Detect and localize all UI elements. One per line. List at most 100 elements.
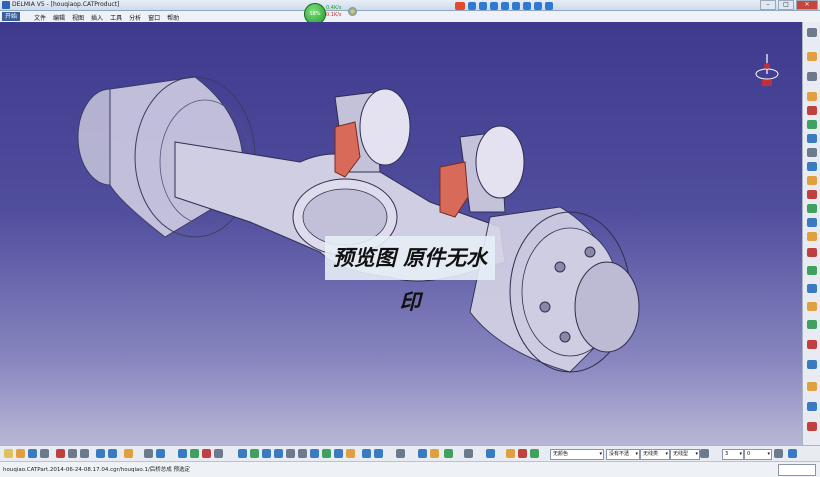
toolbar-contact-icon[interactable] (807, 204, 817, 213)
iso-view-icon[interactable] (334, 449, 343, 458)
toolbar-annotation-icon[interactable] (807, 340, 817, 349)
menu-view[interactable]: 视图 (72, 13, 84, 22)
status-bar: houqiao.CATPart.2014-06-24-08.17.04.cgr/… (0, 461, 820, 477)
ime-mode-icon[interactable] (468, 2, 476, 10)
opacity-select[interactable]: 没有不透 (606, 449, 640, 460)
fly-icon[interactable] (238, 449, 247, 458)
toolbar-catalog-icon[interactable] (807, 302, 817, 311)
toolbar-coincidence-icon[interactable] (807, 190, 817, 199)
layer-select[interactable]: 0 (744, 449, 772, 460)
3d-viewport[interactable]: 预览图 原件无水印 (0, 22, 802, 445)
toolbar-section-icon[interactable] (807, 284, 817, 293)
lights-icon[interactable] (530, 449, 539, 458)
toolbar-product-icon[interactable] (807, 360, 817, 369)
new-icon[interactable] (4, 449, 13, 458)
ime-tools-icon[interactable] (545, 2, 553, 10)
preview-watermark: 预览图 原件无水印 (325, 236, 495, 314)
toolbar-sim-icon[interactable] (807, 382, 817, 391)
menu-insert[interactable]: 插入 (91, 13, 103, 22)
right-toolbar (802, 22, 820, 445)
zoom-in-icon[interactable] (286, 449, 295, 458)
hide-show-icon[interactable] (362, 449, 371, 458)
tree-icon[interactable] (178, 449, 187, 458)
ime-punctuation-icon[interactable] (479, 2, 487, 10)
ime-moon-icon[interactable] (490, 2, 498, 10)
toolbar-update-icon[interactable] (807, 248, 817, 257)
menu-analysis[interactable]: 分析 (129, 13, 141, 22)
sim-icon[interactable] (444, 449, 453, 458)
publish-icon[interactable] (202, 449, 211, 458)
color-select[interactable]: 无颜色 (550, 449, 604, 460)
no-layer-icon[interactable] (700, 449, 709, 458)
start-menu-button[interactable]: 开始 (2, 12, 21, 21)
scene-icon[interactable] (464, 449, 473, 458)
render-icon[interactable] (518, 449, 527, 458)
menu-edit[interactable]: 编辑 (53, 13, 65, 22)
browser-icon[interactable] (348, 7, 357, 16)
fit-all-icon[interactable] (250, 449, 259, 458)
toolbar-gear-icon[interactable] (807, 28, 817, 37)
toolbar-explode-icon[interactable] (807, 148, 817, 157)
ime-mic-icon[interactable] (501, 2, 509, 10)
point-select[interactable]: 3 (722, 449, 744, 460)
toolbar-space-icon[interactable] (807, 402, 817, 411)
close-button[interactable]: ✕ (796, 0, 818, 10)
grid-icon[interactable] (396, 449, 405, 458)
bottom-toolbar: 无颜色 没有不透 无线类 无线型 3 0 (0, 445, 820, 462)
sogou-ime-icon[interactable] (455, 2, 465, 10)
compass-widget[interactable] (752, 50, 782, 90)
maximize-button[interactable]: □ (778, 0, 794, 10)
toolbar-snap-icon[interactable] (807, 134, 817, 143)
swap-space-icon[interactable] (374, 449, 383, 458)
toolbar-measure-icon[interactable] (807, 266, 817, 275)
print-icon[interactable] (40, 449, 49, 458)
help-icon[interactable] (124, 449, 133, 458)
toolbar-move-icon[interactable] (807, 120, 817, 129)
zoom-out-icon[interactable] (298, 449, 307, 458)
line-type-select[interactable]: 无线型 (670, 449, 700, 460)
toolbar-delmia-icon[interactable] (807, 422, 817, 431)
normal-view-icon[interactable] (310, 449, 319, 458)
copy-icon[interactable] (68, 449, 77, 458)
table-icon[interactable] (214, 449, 223, 458)
properties-icon[interactable] (774, 449, 783, 458)
toolbar-hand-icon[interactable] (807, 52, 817, 61)
minimize-button[interactable]: – (760, 0, 776, 10)
command-input[interactable] (778, 464, 816, 476)
undo-icon[interactable] (96, 449, 105, 458)
toolbar-assembly-icon[interactable] (807, 72, 817, 81)
ime-keyboard-icon[interactable] (512, 2, 520, 10)
toolbar-angle-icon[interactable] (807, 232, 817, 241)
space-analysis-icon[interactable] (486, 449, 495, 458)
formula-icon[interactable] (144, 449, 153, 458)
toolbar-constraint-icon[interactable] (807, 106, 817, 115)
save-icon[interactable] (28, 449, 37, 458)
ime-user-icon[interactable] (523, 2, 531, 10)
toolbar-clash-icon[interactable] (807, 162, 817, 171)
layer-icon[interactable] (418, 449, 427, 458)
paste-icon[interactable] (80, 449, 89, 458)
toolbar-part-icon[interactable] (807, 92, 817, 101)
rotate-icon[interactable] (274, 449, 283, 458)
line-thickness-select[interactable]: 无线类 (640, 449, 670, 460)
catalog-icon[interactable] (190, 449, 199, 458)
apply-material-icon[interactable] (506, 449, 515, 458)
comment-icon[interactable] (156, 449, 165, 458)
toolbar-fix-icon[interactable] (807, 176, 817, 185)
cut-icon[interactable] (56, 449, 65, 458)
menu-file[interactable]: 文件 (34, 13, 46, 22)
menu-help[interactable]: 帮助 (167, 13, 179, 22)
menu-tools[interactable]: 工具 (110, 13, 122, 22)
shading-icon[interactable] (346, 449, 355, 458)
multi-view-icon[interactable] (322, 449, 331, 458)
format-painter-icon[interactable] (788, 449, 797, 458)
toolbar-offset-icon[interactable] (807, 218, 817, 227)
toolbar-scene-icon[interactable] (807, 320, 817, 329)
ime-shirt-icon[interactable] (534, 2, 542, 10)
menu-window[interactable]: 窗口 (148, 13, 160, 22)
pan-icon[interactable] (262, 449, 271, 458)
measure-icon[interactable] (430, 449, 439, 458)
redo-icon[interactable] (108, 449, 117, 458)
upload-speed: 0.4K/s (326, 5, 342, 11)
open-icon[interactable] (16, 449, 25, 458)
